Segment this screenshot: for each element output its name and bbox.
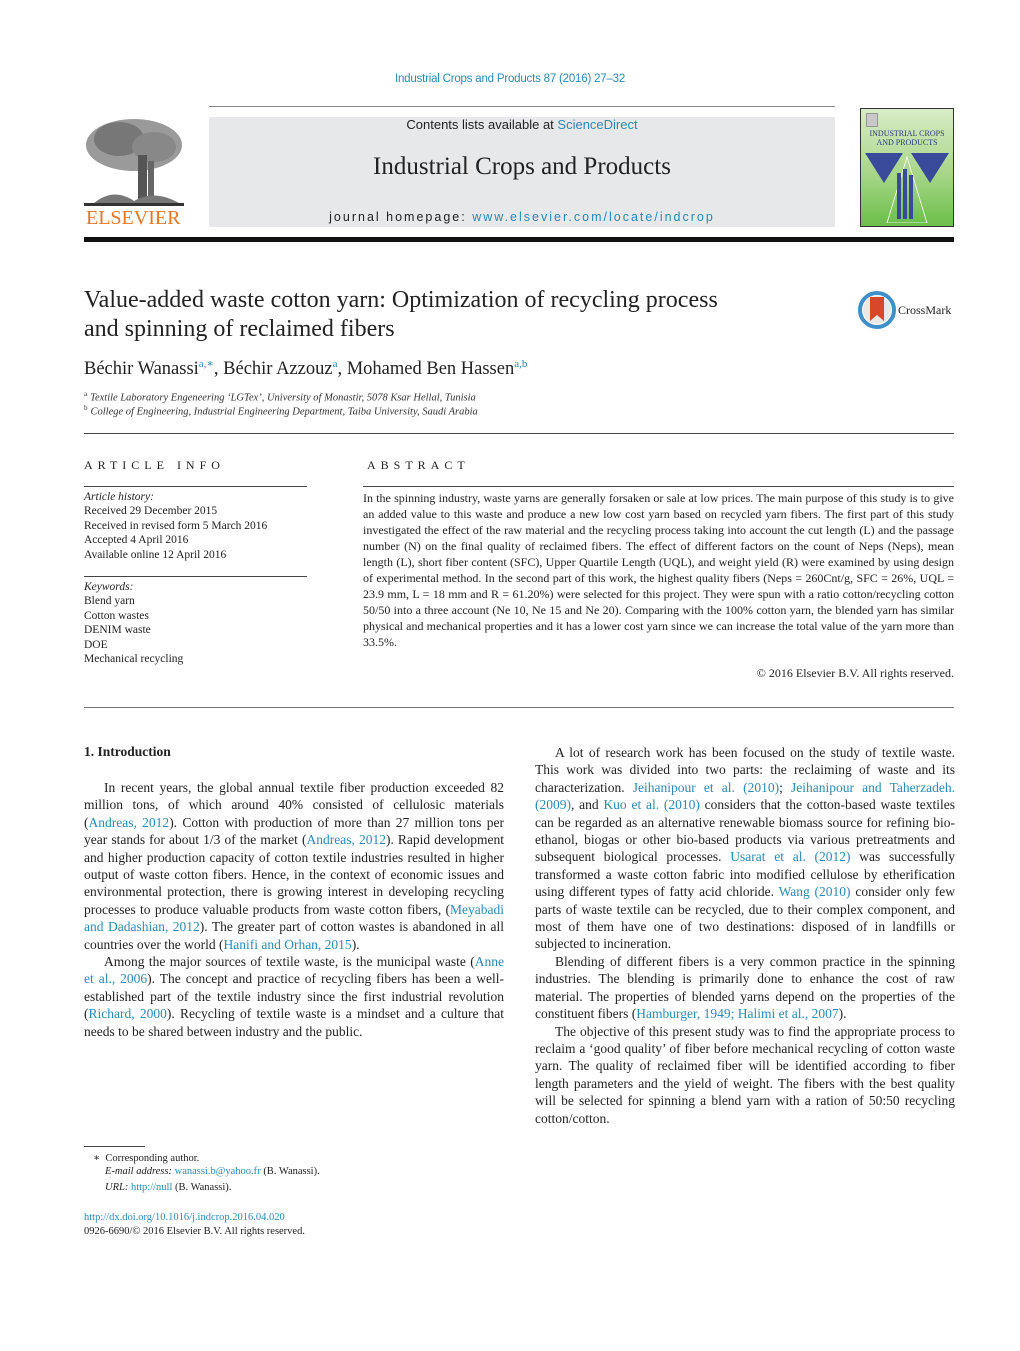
journal-reference-link[interactable]: Industrial Crops and Products 87 (2016) … (0, 73, 1020, 85)
keyword: Blend yarn (84, 595, 135, 608)
keyword: Cotton wastes (84, 609, 149, 622)
url-link[interactable]: http://null (131, 1182, 172, 1193)
body-text: ; (779, 779, 792, 795)
author-affiliation-marker[interactable]: a,∗ (199, 358, 214, 370)
footnote-rule (84, 1146, 145, 1147)
cover-title: INDUSTRIAL CROPS AND PRODUCTS (869, 129, 945, 147)
url-label: URL: (105, 1182, 129, 1193)
url-note: URL: http://null (B. Wanassi). (105, 1182, 231, 1193)
body-paragraph: The objective of this present study was … (535, 1023, 955, 1127)
journal-title: Industrial Crops and Products (373, 153, 671, 180)
doi-link[interactable]: http://dx.doi.org/10.1016/j.indcrop.2016… (84, 1212, 285, 1223)
keywords-divider (84, 576, 307, 577)
affiliation-key: a (84, 390, 88, 398)
article-history: Article history: Received 29 December 20… (84, 490, 267, 562)
crossmark-button[interactable]: CrossMark (858, 291, 958, 329)
url-suffix: (B. Wanassi). (172, 1182, 232, 1193)
email-note: E-mail address: wanassi.b@yahoo.fr (B. W… (105, 1166, 320, 1177)
body-paragraph: In recent years, the global annual texti… (84, 779, 504, 953)
footnote-text: Corresponding author. (105, 1153, 200, 1164)
title-line-1: Value-added waste cotton yarn: Optimizat… (84, 287, 718, 313)
author-list: Béchir Wanassia,∗, Béchir Azzouza, Moham… (84, 358, 528, 380)
email-label: E-mail address: (105, 1166, 172, 1177)
citation-link[interactable]: Hanifi and Orhan, 2015 (223, 937, 351, 952)
body-right-column: A lot of research work has been focused … (535, 744, 955, 1127)
body-paragraph: Blending of different fibers is a very c… (535, 953, 955, 1023)
citation-link[interactable]: Andreas, 2012 (89, 815, 170, 830)
author-name[interactable]: Béchir Azzouz (223, 359, 332, 379)
author-name[interactable]: Béchir Wanassi (84, 359, 199, 379)
elsevier-tree-icon (84, 117, 184, 207)
history-item: Available online 12 April 2016 (84, 548, 227, 561)
keyword: DENIM waste (84, 624, 151, 637)
contents-availability: Contents lists available at ScienceDirec… (209, 117, 835, 132)
keywords: Keywords: Blend yarn Cotton wastes DENIM… (84, 580, 183, 666)
elsevier-wordmark: ELSEVIER (86, 207, 181, 229)
elsevier-logo[interactable]: ELSEVIER (84, 117, 186, 229)
contents-prefix: Contents lists available at (406, 117, 558, 132)
citation-link[interactable]: Usarat et al. (2012) (730, 849, 850, 864)
journal-banner: Contents lists available at ScienceDirec… (209, 117, 835, 227)
keyword: DOE (84, 638, 108, 651)
abstract-bottom-divider (84, 707, 954, 708)
citation-link[interactable]: Wang (2010) (779, 884, 851, 899)
cover-illustration-icon (865, 153, 949, 223)
article-info-divider (84, 486, 307, 487)
homepage-link[interactable]: www.elsevier.com/locate/indcrop (472, 210, 715, 224)
history-item: Accepted 4 April 2016 (84, 534, 189, 547)
author-name[interactable]: Mohamed Ben Hassen (347, 359, 515, 379)
sciencedirect-link[interactable]: ScienceDirect (557, 117, 637, 132)
doi-link-container: http://dx.doi.org/10.1016/j.indcrop.2016… (84, 1212, 285, 1223)
keyword: Mechanical recycling (84, 653, 184, 666)
body-text: The objective of this present study was … (535, 1023, 955, 1126)
section-heading-introduction: 1. Introduction (84, 744, 171, 759)
abstract-text: In the spinning industry, waste yarns ar… (363, 491, 954, 649)
history-item: Received in revised form 5 March 2016 (84, 519, 268, 532)
citation-link[interactable]: Kuo et al. (2010) (603, 797, 699, 812)
corresponding-author-note: ∗ Corresponding author. (93, 1152, 199, 1164)
affiliation-text: College of Engineering, Industrial Engin… (90, 406, 478, 418)
citation-link[interactable]: Andreas, 2012 (306, 832, 385, 847)
author-affiliation-marker[interactable]: a (333, 358, 338, 370)
citation-link[interactable]: Richard, 2000 (89, 1006, 167, 1021)
email-suffix: (B. Wanassi). (260, 1166, 320, 1177)
citation-link[interactable]: Hamburger, 1949; Halimi et al., 2007 (636, 1006, 838, 1021)
header-rule (209, 106, 835, 107)
body-paragraph: Among the major sources of textile waste… (84, 953, 504, 1040)
body-text: ). (838, 1006, 847, 1022)
affiliation-text: Textile Laboratory Engeneering ‘LGTex’, … (90, 392, 476, 404)
article-info-heading: ARTICLE INFO (84, 458, 225, 472)
journal-cover-thumbnail[interactable]: INDUSTRIAL CROPS AND PRODUCTS (860, 108, 954, 227)
body-text: Among the major sources of textile waste… (104, 954, 475, 970)
body-text: ). (351, 936, 360, 952)
issn-copyright: 0926-6690/© 2016 Elsevier B.V. All right… (84, 1226, 305, 1237)
history-label: Article history: (84, 491, 154, 503)
email-link[interactable]: wanassi.b@yahoo.fr (175, 1166, 261, 1177)
abstract-heading: ABSTRACT (367, 458, 470, 472)
cover-publisher-badge (866, 113, 878, 127)
footnote-star: ∗ (93, 1153, 101, 1164)
affiliation-key: b (84, 404, 88, 412)
article-title: Value-added waste cotton yarn: Optimizat… (84, 286, 824, 344)
keywords-label: Keywords: (84, 581, 134, 593)
abstract-divider (363, 486, 954, 487)
body-paragraph: A lot of research work has been focused … (535, 744, 955, 953)
abstract-copyright: © 2016 Elsevier B.V. All rights reserved… (756, 666, 954, 680)
journal-homepage: journal homepage: www.elsevier.com/locat… (209, 210, 835, 224)
author-affiliation-marker[interactable]: a,b (514, 358, 527, 370)
crossmark-icon (858, 291, 896, 329)
history-item: Received 29 December 2015 (84, 505, 218, 518)
title-line-2: and spinning of reclaimed fibers (84, 316, 395, 342)
affiliation: b College of Engineering, Industrial Engi… (84, 404, 478, 418)
affiliation: a Textile Laboratory Engeneering ‘LGTex’,… (84, 390, 476, 404)
citation-link[interactable]: Jeihanipour et al. (2010) (633, 780, 779, 795)
title-divider (84, 433, 954, 434)
header-thick-rule (84, 237, 954, 242)
body-left-column: In recent years, the global annual texti… (84, 779, 504, 1040)
body-text: , and (571, 797, 604, 813)
homepage-prefix: journal homepage: (329, 210, 473, 224)
crossmark-label: CrossMark (898, 303, 952, 317)
